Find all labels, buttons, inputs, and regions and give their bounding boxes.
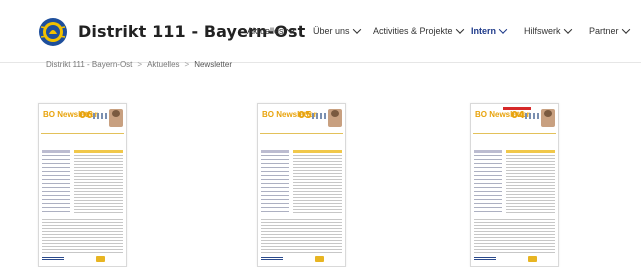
toc-header bbox=[474, 150, 502, 153]
newsletter-issue-number: 05 bbox=[298, 110, 312, 121]
chevron-down-icon bbox=[455, 25, 464, 34]
nav-item-partner[interactable]: Partner bbox=[589, 25, 630, 36]
nav-item-label: Über uns bbox=[313, 26, 350, 36]
nav-item-label: Activities & Projekte bbox=[373, 26, 453, 36]
chevron-down-icon bbox=[498, 25, 508, 34]
newsletter-toc bbox=[474, 155, 502, 215]
chevron-down-icon bbox=[621, 25, 630, 34]
newsletter-header: BO Newsletter 04 bbox=[473, 107, 556, 134]
nav-item-label: Intern bbox=[471, 26, 497, 36]
chevron-down-icon bbox=[286, 25, 295, 34]
nav-item-ueber-uns[interactable]: Über uns bbox=[313, 25, 361, 36]
nav-item-label: Hilfswerk bbox=[524, 26, 561, 36]
nav-item-intern[interactable]: Intern bbox=[471, 25, 508, 36]
newsletter-article bbox=[74, 155, 123, 215]
article-header bbox=[74, 150, 123, 153]
newsletter-portrait-photo bbox=[328, 109, 342, 127]
newsletter-body bbox=[261, 150, 342, 254]
newsletter-portrait-photo bbox=[541, 109, 555, 127]
newsletter-article bbox=[293, 155, 342, 215]
newsletter-body bbox=[42, 150, 123, 254]
newsletter-body bbox=[474, 150, 555, 254]
newsletter-header: BO Newsletter 06 bbox=[41, 107, 124, 134]
nav-item-hilfswerk[interactable]: Hilfswerk bbox=[524, 25, 572, 36]
newsletter-text bbox=[42, 219, 123, 254]
nav-item-activities-projekte[interactable]: Activities & Projekte bbox=[373, 25, 464, 36]
newsletter-portrait-photo bbox=[109, 109, 123, 127]
breadcrumb-section-link[interactable]: Aktuelles bbox=[147, 60, 179, 69]
lions-mini-logo-icon bbox=[528, 256, 537, 262]
newsletter-footer bbox=[42, 256, 123, 263]
footer-text bbox=[42, 257, 64, 261]
newsletter-header: BO Newsletter 05 bbox=[260, 107, 343, 134]
newsletter-article bbox=[506, 155, 555, 215]
nav-item-label: Partner bbox=[589, 26, 619, 36]
newsletter-footer bbox=[474, 256, 555, 263]
toc-header bbox=[261, 150, 289, 153]
breadcrumb-separator: > bbox=[184, 60, 190, 69]
lions-mini-logo-icon bbox=[315, 256, 324, 262]
newsletter-thumbnail-04[interactable]: BO Newsletter 04 bbox=[470, 103, 559, 267]
toc-header bbox=[42, 150, 70, 153]
newsletter-issue-number: 06 bbox=[79, 110, 93, 121]
nav-item-label: Aktuelles bbox=[247, 26, 284, 36]
newsletter-icons bbox=[312, 113, 328, 119]
article-header bbox=[293, 150, 342, 153]
footer-text bbox=[261, 257, 283, 261]
newsletter-icons bbox=[525, 113, 541, 119]
breadcrumb-separator: > bbox=[137, 60, 143, 69]
chevron-down-icon bbox=[352, 25, 361, 34]
newsletter-icons bbox=[93, 113, 109, 119]
newsletter-issue-number: 04 bbox=[511, 110, 525, 121]
nav-item-aktuelles[interactable]: Aktuelles bbox=[247, 25, 295, 36]
article-header bbox=[506, 150, 555, 153]
main-nav: Aktuelles Über uns Activities & Projekte… bbox=[0, 25, 641, 40]
newsletter-thumbnail-06[interactable]: BO Newsletter 06 bbox=[38, 103, 127, 267]
lions-mini-logo-icon bbox=[96, 256, 105, 262]
newsletter-thumbnail-05[interactable]: BO Newsletter 05 bbox=[257, 103, 346, 267]
chevron-down-icon bbox=[563, 25, 572, 34]
newsletter-text bbox=[474, 219, 555, 254]
newsletter-footer bbox=[261, 256, 342, 263]
breadcrumb-home-link[interactable]: Distrikt 111 - Bayern-Ost bbox=[46, 60, 132, 69]
site-header: Distrikt 111 - Bayern-Ost Aktuelles Über… bbox=[0, 0, 641, 63]
breadcrumb: Distrikt 111 - Bayern-Ost > Aktuelles > News… bbox=[46, 60, 232, 69]
breadcrumb-current: Newsletter bbox=[194, 60, 232, 69]
footer-text bbox=[474, 257, 496, 261]
newsletter-toc bbox=[42, 155, 70, 215]
newsletter-text bbox=[261, 219, 342, 254]
newsletter-toc bbox=[261, 155, 289, 215]
